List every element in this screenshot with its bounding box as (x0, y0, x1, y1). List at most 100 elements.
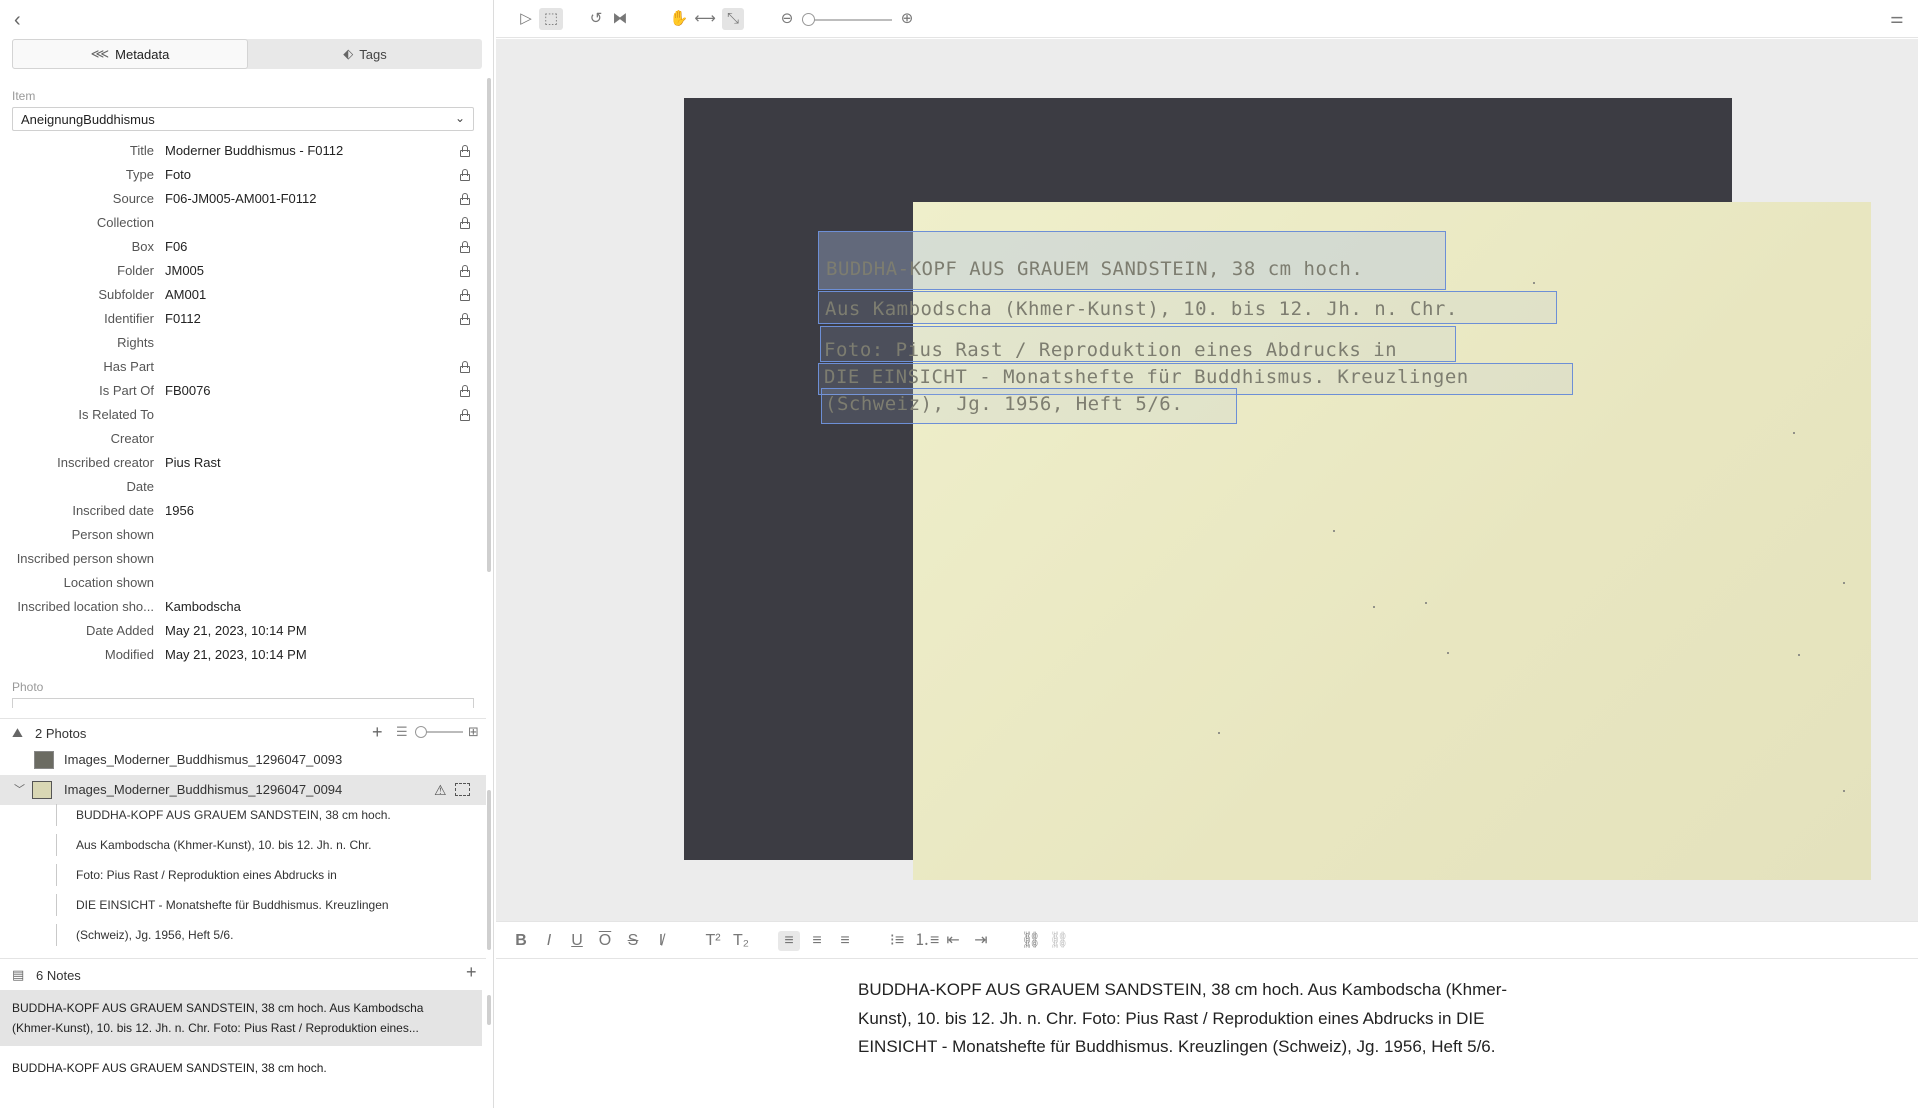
lock-icon[interactable] (460, 409, 470, 421)
lock-icon[interactable] (460, 193, 470, 205)
metadata-field-row[interactable]: Date (0, 475, 480, 499)
metadata-field-row[interactable]: Modified May 21, 2023, 10:14 PM (0, 643, 480, 667)
lock-icon[interactable] (460, 361, 470, 373)
align-center-icon[interactable]: ≡ (806, 931, 828, 951)
selection-item[interactable]: Foto: Pius Rast / Reproduktion eines Abd… (0, 860, 486, 890)
subscript-icon[interactable]: T₂ (730, 931, 752, 951)
link-icon[interactable]: ⛓ (1020, 931, 1042, 951)
bullet-list-icon[interactable]: ⁝≡ (886, 931, 908, 951)
selection-item[interactable]: (Schweiz), Jg. 1956, Heft 5/6. (0, 920, 486, 950)
field-value[interactable]: FB0076 (165, 379, 211, 403)
tab-tags[interactable]: ⬖ Tags (248, 39, 482, 69)
lock-icon[interactable] (460, 265, 470, 277)
thumbnail-size-slider[interactable] (415, 726, 463, 738)
metadata-field-row[interactable]: Subfolder AM001 (0, 283, 480, 307)
metadata-field-row[interactable]: Collection (0, 211, 480, 235)
metadata-field-row[interactable]: Person shown (0, 523, 480, 547)
image-viewer[interactable]: BUDDHA-KOPF AUS GRAUEM SANDSTEIN, 38 cm … (496, 39, 1918, 921)
lock-icon[interactable] (460, 217, 470, 229)
align-left-icon[interactable]: ≡ (778, 931, 800, 951)
metadata-field-row[interactable]: Inscribed creator Pius Rast (0, 451, 480, 475)
metadata-field-row[interactable]: Is Related To (0, 403, 480, 427)
field-value[interactable]: 1956 (165, 499, 194, 523)
list-view-icon[interactable]: ☰ (396, 724, 408, 740)
underline-icon[interactable]: U (568, 931, 586, 951)
field-value[interactable]: AM001 (165, 283, 206, 307)
note-item-selected[interactable]: BUDDHA-KOPF AUS GRAUEM SANDSTEIN, 38 cm … (0, 990, 482, 1046)
field-value[interactable]: F06 (165, 235, 187, 259)
zoom-slider-knob[interactable] (802, 13, 815, 26)
metadata-field-row[interactable]: Source F06-JM005-AM001-F0112 (0, 187, 480, 211)
overline-icon[interactable]: O (596, 931, 614, 951)
selection-icon[interactable] (455, 783, 470, 796)
add-note-button[interactable]: + (466, 962, 477, 983)
flip-icon[interactable]: ⧓ (609, 8, 631, 30)
lock-icon[interactable] (460, 385, 470, 397)
note-editor[interactable]: BUDDHA-KOPF AUS GRAUEM SANDSTEIN, 38 cm … (858, 976, 1538, 1062)
field-value[interactable]: F06-JM005-AM001-F0112 (165, 187, 317, 211)
field-value[interactable]: Foto (165, 163, 191, 187)
metadata-field-row[interactable]: Identifier F0112 (0, 307, 480, 331)
field-value[interactable]: F0112 (165, 307, 201, 331)
photos-scrollbar[interactable] (487, 790, 491, 950)
italic-icon[interactable]: I (540, 931, 558, 951)
metadata-field-row[interactable]: Rights (0, 331, 480, 355)
metadata-field-row[interactable]: Creator (0, 427, 480, 451)
metadata-field-row[interactable]: Inscribed person shown (0, 547, 480, 571)
metadata-field-row[interactable]: Title Moderner Buddhismus - F0112 (0, 139, 480, 163)
fit-page-icon[interactable]: ⤡ (722, 8, 744, 30)
note-item[interactable]: BUDDHA-KOPF AUS GRAUEM SANDSTEIN, 38 cm … (0, 1058, 482, 1082)
fit-width-icon[interactable]: ⟷ (694, 8, 716, 30)
rotate-icon[interactable]: ↺ (585, 8, 607, 30)
field-value[interactable]: May 21, 2023, 10:14 PM (165, 619, 307, 643)
metadata-field-row[interactable]: Inscribed location sho... Kambodscha (0, 595, 480, 619)
zoom-in-icon[interactable]: ⊕ (896, 8, 918, 30)
lock-icon[interactable] (460, 169, 470, 181)
outdent-icon[interactable]: ⇤ (942, 931, 964, 951)
clear-format-icon[interactable]: I̸ (652, 931, 670, 951)
numbered-list-icon[interactable]: ⒈≡ (914, 931, 939, 951)
select-area-tool-icon[interactable]: ⬚ (539, 8, 563, 30)
add-photo-button[interactable]: + (372, 722, 383, 743)
lock-icon[interactable] (460, 145, 470, 157)
selection-item[interactable]: BUDDHA-KOPF AUS GRAUEM SANDSTEIN, 38 cm … (0, 800, 486, 830)
selection-item[interactable]: DIE EINSICHT - Monatshefte für Buddhismu… (0, 890, 486, 920)
metadata-field-row[interactable]: Is Part Of FB0076 (0, 379, 480, 403)
field-value[interactable]: Kambodscha (165, 595, 241, 619)
grid-view-icon[interactable]: ⊞ (468, 724, 479, 740)
metadata-field-row[interactable]: Date Added May 21, 2023, 10:14 PM (0, 619, 480, 643)
align-right-icon[interactable]: ≡ (834, 931, 856, 951)
zoom-slider[interactable] (802, 13, 892, 26)
settings-sliders-icon[interactable]: ⚌ (1886, 8, 1908, 30)
metadata-field-row[interactable]: Location shown (0, 571, 480, 595)
photo-row[interactable]: Images_Moderner_Buddhismus_1296047_0093 (0, 745, 486, 775)
metadata-field-row[interactable]: Box F06 (0, 235, 480, 259)
lock-icon[interactable] (460, 241, 470, 253)
metadata-field-row[interactable]: Folder JM005 (0, 259, 480, 283)
field-value[interactable]: JM005 (165, 259, 204, 283)
slider-knob[interactable] (415, 726, 427, 738)
notes-scrollbar[interactable] (487, 995, 491, 1025)
pan-hand-icon[interactable]: ✋ (668, 8, 690, 30)
tab-metadata[interactable]: ⋘ Metadata (12, 39, 248, 69)
field-value[interactable]: Moderner Buddhismus - F0112 (165, 139, 343, 163)
strikethrough-icon[interactable]: S (624, 931, 642, 951)
selection-item[interactable]: Aus Kambodscha (Khmer-Kunst), 10. bis 12… (0, 830, 486, 860)
metadata-scrollbar[interactable] (487, 78, 491, 572)
pointer-tool-icon[interactable]: ▷ (516, 8, 536, 30)
photo-field[interactable] (12, 698, 474, 708)
unlink-icon[interactable]: ⛓ (1048, 931, 1070, 951)
field-value[interactable]: May 21, 2023, 10:14 PM (165, 643, 307, 667)
metadata-field-row[interactable]: Type Foto (0, 163, 480, 187)
zoom-out-icon[interactable]: ⊖ (776, 8, 798, 30)
metadata-field-row[interactable]: Inscribed date 1956 (0, 499, 480, 523)
superscript-icon[interactable]: T² (702, 931, 724, 951)
metadata-field-row[interactable]: Has Part (0, 355, 480, 379)
back-arrow-icon[interactable]: ‹ (14, 8, 38, 32)
indent-icon[interactable]: ⇥ (970, 931, 992, 951)
field-value[interactable]: Pius Rast (165, 451, 221, 475)
lock-icon[interactable] (460, 313, 470, 325)
lock-icon[interactable] (460, 289, 470, 301)
item-template-select[interactable]: AneignungBuddhismus ⌄ (12, 107, 474, 131)
bold-icon[interactable]: B (512, 931, 530, 951)
